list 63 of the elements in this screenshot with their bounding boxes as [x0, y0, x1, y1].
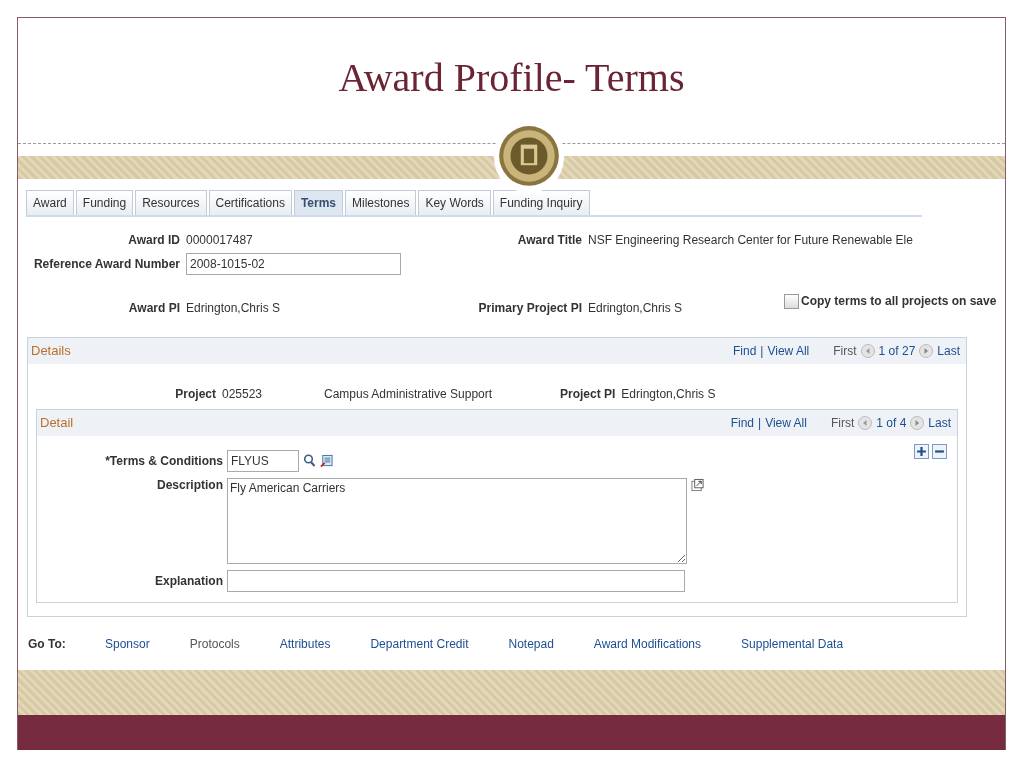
field-label: *Terms & Conditions — [104, 453, 223, 468]
field-label: Project — [174, 386, 216, 401]
add-row-button[interactable] — [914, 443, 929, 459]
lookup-icon[interactable] — [320, 453, 333, 468]
field-label: Award PI — [127, 300, 180, 315]
last-link[interactable]: Last — [937, 343, 960, 358]
search-icon[interactable] — [303, 453, 316, 468]
last-link[interactable]: Last — [928, 415, 951, 430]
view-all-link[interactable]: View All — [765, 415, 807, 430]
text-area[interactable]: Fly American Carriers — [227, 477, 687, 564]
goto-link[interactable]: Notepad — [508, 636, 554, 651]
field-label: Award Title — [516, 232, 582, 247]
slide-title: Award Profile- Terms — [338, 54, 685, 102]
field-value: NSF Engineering Research Center for Future Renewable Ele — [588, 232, 914, 247]
expand-icon[interactable] — [691, 477, 704, 492]
section-title: Detail — [40, 415, 74, 431]
goto-link[interactable]: Attributes — [279, 636, 331, 651]
previous-icon[interactable] — [858, 415, 873, 430]
field-label: Description — [156, 477, 223, 492]
page-count: 1 of 4 — [876, 415, 907, 430]
plus-icon — [916, 445, 927, 457]
field-value: 025523 — [222, 386, 264, 401]
view-all-link[interactable]: View All — [767, 343, 810, 358]
goto-link[interactable]: Department Credit — [370, 636, 469, 651]
first-label: First — [830, 415, 855, 430]
find-link[interactable]: Find — [730, 415, 754, 430]
tab[interactable]: Terms — [293, 189, 344, 215]
separator: | — [758, 415, 762, 430]
field-label: Project PI — [560, 386, 616, 401]
field-label: Explanation — [154, 573, 223, 588]
separator: | — [760, 343, 764, 358]
checkbox-label: Copy terms to all projects on save — [801, 294, 997, 309]
next-icon[interactable] — [919, 343, 934, 358]
first-label: First — [833, 343, 857, 358]
field-label: Primary Project PI — [477, 300, 582, 315]
input-field[interactable]: 2008-1015-02 — [186, 252, 401, 275]
next-icon[interactable] — [910, 415, 925, 430]
page-count: 1 of 27 — [878, 343, 916, 358]
delete-row-button[interactable] — [932, 443, 947, 459]
tab[interactable]: Key Words — [418, 189, 491, 215]
tab[interactable]: Funding Inquiry — [492, 189, 590, 215]
goto-label: Go To: — [28, 636, 67, 651]
input-field[interactable]: FLYUS — [227, 449, 299, 472]
field-value: Edrington,Chris S — [621, 386, 716, 401]
previous-icon[interactable] — [860, 343, 875, 358]
field-value: 0000017487 — [186, 232, 254, 247]
find-link[interactable]: Find — [733, 343, 757, 358]
tab[interactable]: Certifications — [208, 189, 292, 215]
field-value: Edrington,Chris S — [588, 300, 684, 315]
field-label: Award ID — [127, 232, 180, 247]
section-title: Details — [31, 343, 71, 359]
tab[interactable]: Award — [26, 189, 74, 215]
goto-link[interactable]: Award Modifications — [593, 636, 702, 651]
tab[interactable]: Resources — [135, 189, 207, 215]
field-value: Campus Administrative Support — [324, 386, 494, 401]
input-field[interactable] — [227, 569, 685, 592]
tab[interactable]: Milestones — [345, 189, 417, 215]
goto-link[interactable]: Supplemental Data — [741, 636, 844, 651]
checkbox[interactable] — [784, 294, 799, 310]
field-value: Edrington,Chris S — [186, 300, 282, 315]
goto-link[interactable]: Sponsor — [105, 636, 150, 651]
tab[interactable]: Funding — [75, 189, 134, 215]
field-label: Reference Award Number — [32, 256, 180, 271]
